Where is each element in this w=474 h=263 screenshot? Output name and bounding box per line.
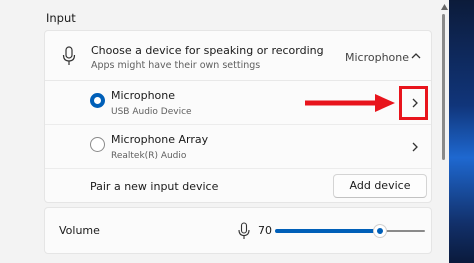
scroll-up-icon[interactable]	[441, 4, 448, 10]
volume-label: Volume	[59, 224, 100, 237]
section-title: Input	[46, 11, 76, 25]
volume-slider[interactable]	[275, 224, 425, 238]
choose-device-header[interactable]: Choose a device for speaking or recordin…	[45, 31, 431, 81]
scrollbar[interactable]	[440, 0, 449, 263]
chevron-up-icon[interactable]	[409, 49, 423, 63]
selected-device-value: Microphone	[345, 51, 410, 64]
device-row-microphone-array[interactable]: Microphone Array Realtek(R) Audio	[45, 125, 431, 169]
red-arrow-annotation	[305, 94, 395, 112]
choose-device-subtitle: Apps might have their own settings	[91, 60, 261, 71]
scrollbar-thumb[interactable]	[442, 14, 445, 160]
choose-device-title: Choose a device for speaking or recordin…	[91, 44, 324, 57]
pair-device-row: Pair a new input device Add device	[45, 169, 431, 204]
device-subtitle: Realtek(R) Audio	[111, 151, 187, 161]
device-name: Microphone	[111, 89, 176, 102]
microphone-icon[interactable]	[238, 222, 250, 240]
desktop-background	[449, 0, 474, 263]
volume-value: 70	[258, 224, 272, 237]
pair-device-label: Pair a new input device	[90, 180, 219, 193]
volume-slider-fill	[275, 229, 380, 233]
chevron-right-icon[interactable]	[409, 140, 421, 154]
add-device-button[interactable]: Add device	[333, 174, 427, 198]
microphone-icon	[62, 46, 76, 66]
device-radio-selected[interactable]	[90, 93, 105, 108]
device-name: Microphone Array	[111, 133, 209, 146]
input-device-card: Choose a device for speaking or recordin…	[44, 30, 432, 203]
red-highlight-box	[399, 86, 428, 120]
device-radio-unselected[interactable]	[90, 137, 105, 152]
volume-slider-thumb[interactable]	[373, 224, 387, 238]
volume-card: Volume 70	[44, 207, 432, 254]
device-subtitle: USB Audio Device	[111, 107, 192, 117]
